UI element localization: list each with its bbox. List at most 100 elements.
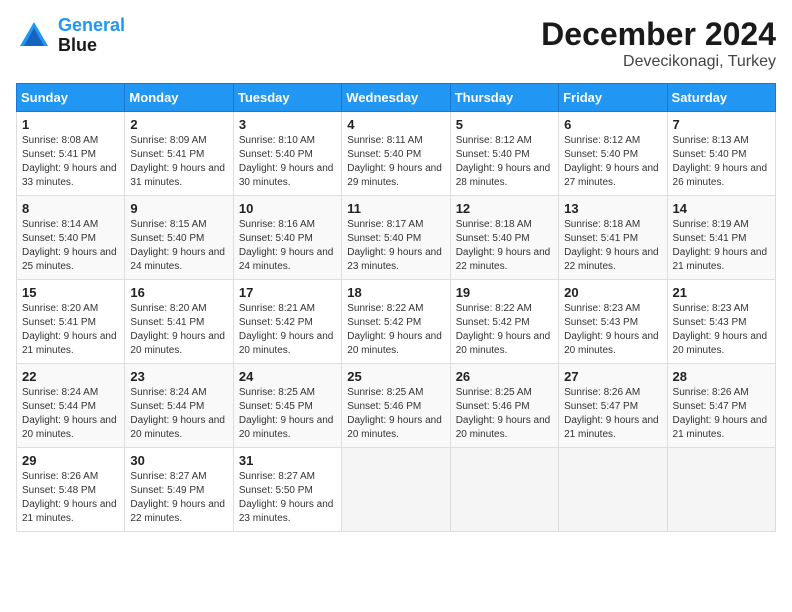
day-info: Sunrise: 8:26 AM Sunset: 5:48 PM Dayligh…	[22, 470, 119, 526]
day-info: Sunrise: 8:25 AM Sunset: 5:46 PM Dayligh…	[347, 386, 444, 442]
weekday-header-sunday: Sunday	[17, 84, 125, 112]
logo-line2: Blue	[58, 36, 125, 56]
calendar-cell: 8 Sunrise: 8:14 AM Sunset: 5:40 PM Dayli…	[17, 196, 125, 280]
calendar-cell: 10 Sunrise: 8:16 AM Sunset: 5:40 PM Dayl…	[233, 196, 341, 280]
calendar-cell: 31 Sunrise: 8:27 AM Sunset: 5:50 PM Dayl…	[233, 448, 341, 532]
day-info: Sunrise: 8:25 AM Sunset: 5:46 PM Dayligh…	[456, 386, 553, 442]
day-number: 23	[130, 369, 227, 384]
logo-text: General Blue	[58, 16, 125, 56]
calendar-cell: 16 Sunrise: 8:20 AM Sunset: 5:41 PM Dayl…	[125, 280, 233, 364]
calendar-cell: 26 Sunrise: 8:25 AM Sunset: 5:46 PM Dayl…	[450, 364, 558, 448]
day-info: Sunrise: 8:10 AM Sunset: 5:40 PM Dayligh…	[239, 134, 336, 190]
calendar-cell: 17 Sunrise: 8:21 AM Sunset: 5:42 PM Dayl…	[233, 280, 341, 364]
day-info: Sunrise: 8:26 AM Sunset: 5:47 PM Dayligh…	[564, 386, 661, 442]
day-info: Sunrise: 8:14 AM Sunset: 5:40 PM Dayligh…	[22, 218, 119, 274]
day-number: 16	[130, 285, 227, 300]
calendar-cell: 6 Sunrise: 8:12 AM Sunset: 5:40 PM Dayli…	[559, 112, 667, 196]
calendar-cell: 1 Sunrise: 8:08 AM Sunset: 5:41 PM Dayli…	[17, 112, 125, 196]
calendar-cell: 2 Sunrise: 8:09 AM Sunset: 5:41 PM Dayli…	[125, 112, 233, 196]
calendar-cell: 28 Sunrise: 8:26 AM Sunset: 5:47 PM Dayl…	[667, 364, 775, 448]
day-number: 8	[22, 201, 119, 216]
day-number: 31	[239, 453, 336, 468]
day-info: Sunrise: 8:12 AM Sunset: 5:40 PM Dayligh…	[564, 134, 661, 190]
calendar-cell	[450, 448, 558, 532]
day-info: Sunrise: 8:18 AM Sunset: 5:40 PM Dayligh…	[456, 218, 553, 274]
weekday-header-wednesday: Wednesday	[342, 84, 450, 112]
day-number: 30	[130, 453, 227, 468]
day-number: 19	[456, 285, 553, 300]
calendar-week-row: 8 Sunrise: 8:14 AM Sunset: 5:40 PM Dayli…	[17, 196, 776, 280]
day-number: 10	[239, 201, 336, 216]
day-info: Sunrise: 8:13 AM Sunset: 5:40 PM Dayligh…	[673, 134, 770, 190]
day-info: Sunrise: 8:21 AM Sunset: 5:42 PM Dayligh…	[239, 302, 336, 358]
calendar-cell: 11 Sunrise: 8:17 AM Sunset: 5:40 PM Dayl…	[342, 196, 450, 280]
day-number: 18	[347, 285, 444, 300]
calendar-cell: 21 Sunrise: 8:23 AM Sunset: 5:43 PM Dayl…	[667, 280, 775, 364]
calendar-cell: 5 Sunrise: 8:12 AM Sunset: 5:40 PM Dayli…	[450, 112, 558, 196]
calendar-week-row: 1 Sunrise: 8:08 AM Sunset: 5:41 PM Dayli…	[17, 112, 776, 196]
day-number: 15	[22, 285, 119, 300]
day-number: 29	[22, 453, 119, 468]
day-info: Sunrise: 8:27 AM Sunset: 5:50 PM Dayligh…	[239, 470, 336, 526]
day-info: Sunrise: 8:22 AM Sunset: 5:42 PM Dayligh…	[456, 302, 553, 358]
calendar-cell: 27 Sunrise: 8:26 AM Sunset: 5:47 PM Dayl…	[559, 364, 667, 448]
calendar-cell: 18 Sunrise: 8:22 AM Sunset: 5:42 PM Dayl…	[342, 280, 450, 364]
calendar-week-row: 15 Sunrise: 8:20 AM Sunset: 5:41 PM Dayl…	[17, 280, 776, 364]
calendar-cell: 14 Sunrise: 8:19 AM Sunset: 5:41 PM Dayl…	[667, 196, 775, 280]
day-number: 4	[347, 117, 444, 132]
day-info: Sunrise: 8:11 AM Sunset: 5:40 PM Dayligh…	[347, 134, 444, 190]
weekday-header-friday: Friday	[559, 84, 667, 112]
calendar-week-row: 29 Sunrise: 8:26 AM Sunset: 5:48 PM Dayl…	[17, 448, 776, 532]
day-number: 21	[673, 285, 770, 300]
calendar-cell: 3 Sunrise: 8:10 AM Sunset: 5:40 PM Dayli…	[233, 112, 341, 196]
day-number: 9	[130, 201, 227, 216]
calendar-cell: 22 Sunrise: 8:24 AM Sunset: 5:44 PM Dayl…	[17, 364, 125, 448]
day-number: 28	[673, 369, 770, 384]
day-number: 6	[564, 117, 661, 132]
day-info: Sunrise: 8:25 AM Sunset: 5:45 PM Dayligh…	[239, 386, 336, 442]
day-number: 17	[239, 285, 336, 300]
day-info: Sunrise: 8:15 AM Sunset: 5:40 PM Dayligh…	[130, 218, 227, 274]
calendar-cell: 9 Sunrise: 8:15 AM Sunset: 5:40 PM Dayli…	[125, 196, 233, 280]
day-number: 25	[347, 369, 444, 384]
calendar-cell: 7 Sunrise: 8:13 AM Sunset: 5:40 PM Dayli…	[667, 112, 775, 196]
day-info: Sunrise: 8:20 AM Sunset: 5:41 PM Dayligh…	[130, 302, 227, 358]
title-block: December 2024 Devecikonagi, Turkey	[541, 16, 776, 71]
day-info: Sunrise: 8:23 AM Sunset: 5:43 PM Dayligh…	[564, 302, 661, 358]
day-number: 1	[22, 117, 119, 132]
day-info: Sunrise: 8:22 AM Sunset: 5:42 PM Dayligh…	[347, 302, 444, 358]
subtitle: Devecikonagi, Turkey	[541, 53, 776, 71]
logo-line1: General	[58, 15, 125, 35]
day-info: Sunrise: 8:24 AM Sunset: 5:44 PM Dayligh…	[22, 386, 119, 442]
day-number: 14	[673, 201, 770, 216]
day-info: Sunrise: 8:23 AM Sunset: 5:43 PM Dayligh…	[673, 302, 770, 358]
calendar-cell: 20 Sunrise: 8:23 AM Sunset: 5:43 PM Dayl…	[559, 280, 667, 364]
calendar-cell: 13 Sunrise: 8:18 AM Sunset: 5:41 PM Dayl…	[559, 196, 667, 280]
day-number: 2	[130, 117, 227, 132]
day-number: 27	[564, 369, 661, 384]
day-info: Sunrise: 8:27 AM Sunset: 5:49 PM Dayligh…	[130, 470, 227, 526]
calendar-cell: 15 Sunrise: 8:20 AM Sunset: 5:41 PM Dayl…	[17, 280, 125, 364]
day-info: Sunrise: 8:24 AM Sunset: 5:44 PM Dayligh…	[130, 386, 227, 442]
calendar-cell: 30 Sunrise: 8:27 AM Sunset: 5:49 PM Dayl…	[125, 448, 233, 532]
calendar-cell	[667, 448, 775, 532]
logo: General Blue	[16, 16, 125, 56]
weekday-header-row: SundayMondayTuesdayWednesdayThursdayFrid…	[17, 84, 776, 112]
calendar-week-row: 22 Sunrise: 8:24 AM Sunset: 5:44 PM Dayl…	[17, 364, 776, 448]
weekday-header-monday: Monday	[125, 84, 233, 112]
day-info: Sunrise: 8:20 AM Sunset: 5:41 PM Dayligh…	[22, 302, 119, 358]
calendar-cell: 29 Sunrise: 8:26 AM Sunset: 5:48 PM Dayl…	[17, 448, 125, 532]
day-number: 26	[456, 369, 553, 384]
day-number: 22	[22, 369, 119, 384]
calendar-cell: 4 Sunrise: 8:11 AM Sunset: 5:40 PM Dayli…	[342, 112, 450, 196]
day-number: 12	[456, 201, 553, 216]
day-info: Sunrise: 8:17 AM Sunset: 5:40 PM Dayligh…	[347, 218, 444, 274]
calendar-cell: 12 Sunrise: 8:18 AM Sunset: 5:40 PM Dayl…	[450, 196, 558, 280]
logo-icon	[16, 18, 52, 54]
day-number: 24	[239, 369, 336, 384]
weekday-header-thursday: Thursday	[450, 84, 558, 112]
weekday-header-tuesday: Tuesday	[233, 84, 341, 112]
calendar-cell: 25 Sunrise: 8:25 AM Sunset: 5:46 PM Dayl…	[342, 364, 450, 448]
day-number: 20	[564, 285, 661, 300]
day-info: Sunrise: 8:19 AM Sunset: 5:41 PM Dayligh…	[673, 218, 770, 274]
